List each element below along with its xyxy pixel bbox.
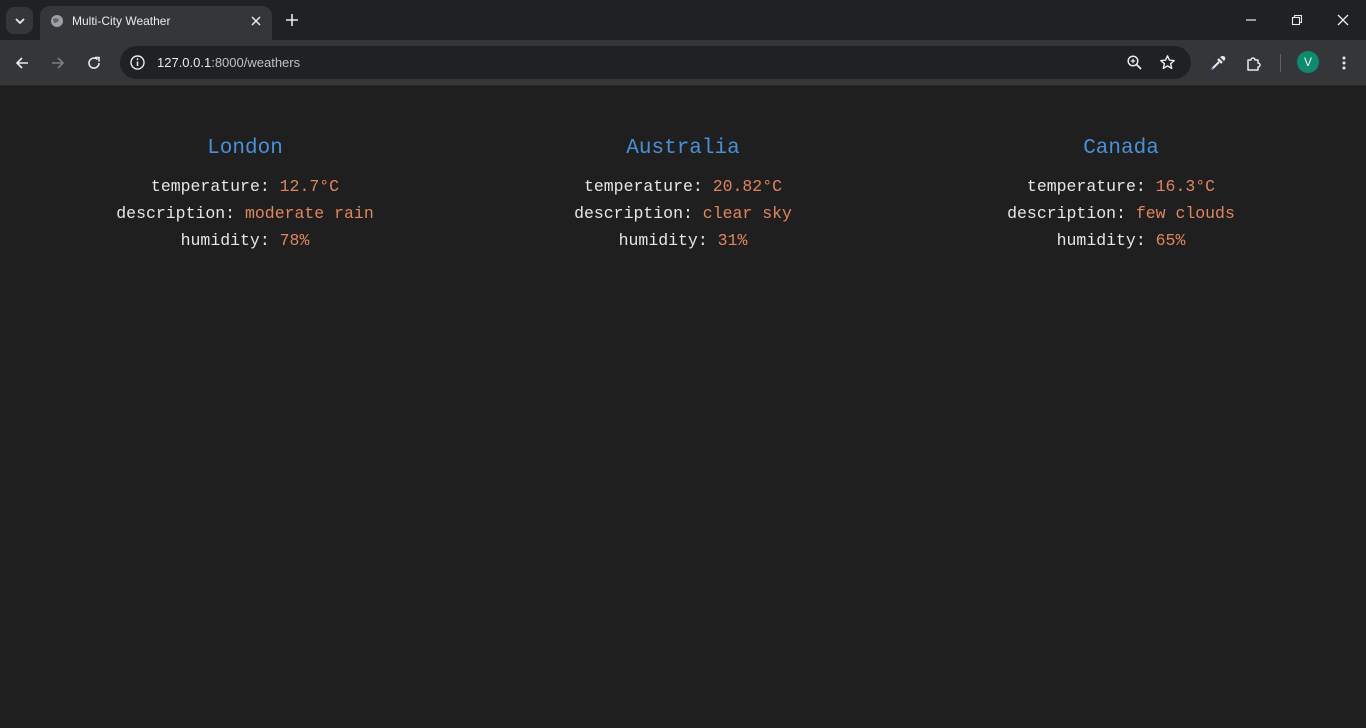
humidity-label: humidity: — [180, 231, 280, 250]
temperature-row: temperature: 16.3°C — [966, 173, 1276, 200]
site-info-icon[interactable] — [129, 54, 146, 71]
chevron-down-icon — [14, 17, 25, 24]
description-row: description: moderate rain — [90, 200, 400, 227]
temperature-value: 20.82°C — [712, 177, 783, 196]
minimize-icon — [1246, 19, 1256, 21]
temperature-row: temperature: 12.7°C — [90, 173, 400, 200]
description-label: description: — [574, 204, 703, 223]
humidity-row: humidity: 31% — [528, 227, 838, 254]
eyedropper-button[interactable] — [1207, 52, 1229, 74]
arrow-right-icon — [52, 57, 65, 69]
toolbar-divider — [1280, 54, 1281, 72]
more-vertical-icon — [1342, 56, 1346, 70]
description-value: moderate rain — [245, 204, 374, 223]
browser-toolbar: 127.0.0.1:8000/weathers V — [0, 40, 1366, 86]
back-button[interactable] — [11, 52, 33, 74]
humidity-label: humidity: — [1056, 231, 1156, 250]
extensions-button[interactable] — [1243, 52, 1265, 74]
puzzle-icon — [1247, 57, 1261, 71]
forward-button[interactable] — [47, 52, 69, 74]
temperature-value: 12.7°C — [279, 177, 340, 196]
zoom-icon[interactable] — [1126, 54, 1143, 71]
temperature-row: temperature: 20.82°C — [528, 173, 838, 200]
humidity-value: 65% — [1155, 231, 1186, 250]
restore-button[interactable] — [1274, 0, 1320, 40]
temperature-label: temperature: — [150, 177, 280, 196]
city-name: London — [207, 137, 283, 160]
humidity-row: humidity: 65% — [966, 227, 1276, 254]
globe-icon — [51, 15, 63, 27]
browser-menu-button[interactable] — [1333, 52, 1355, 74]
city-card-canada: Canada temperature: 16.3°C description: … — [966, 135, 1276, 254]
url-host: 127.0.0.1 — [157, 55, 212, 70]
active-tab[interactable]: Multi-City Weather — [40, 6, 272, 40]
temperature-value: 16.3°C — [1155, 177, 1216, 196]
restore-icon — [1291, 14, 1303, 26]
url-path: :8000/weathers — [211, 55, 301, 70]
temperature-label: temperature: — [583, 177, 713, 196]
url-text[interactable]: 127.0.0.1:8000/weathers — [157, 55, 300, 70]
humidity-label: humidity: — [618, 231, 718, 250]
reload-icon — [88, 56, 100, 69]
tab-search-button[interactable] — [6, 7, 33, 34]
bookmark-star-icon[interactable] — [1159, 54, 1176, 71]
reload-button[interactable] — [83, 52, 105, 74]
tab-strip: Multi-City Weather — [0, 0, 1366, 40]
city-name: Canada — [1083, 137, 1159, 160]
new-tab-icon[interactable] — [283, 11, 301, 29]
close-tab-icon[interactable] — [248, 13, 264, 29]
minimize-button[interactable] — [1228, 0, 1274, 40]
address-bar[interactable]: 127.0.0.1:8000/weathers — [120, 46, 1191, 79]
arrow-left-icon — [15, 57, 28, 69]
profile-avatar[interactable]: V — [1297, 51, 1319, 73]
description-value: clear sky — [702, 204, 792, 223]
description-label: description: — [1007, 204, 1136, 223]
temperature-label: temperature: — [1026, 177, 1156, 196]
description-row: description: few clouds — [966, 200, 1276, 227]
close-icon — [1337, 14, 1349, 26]
description-value: few clouds — [1135, 204, 1235, 223]
description-label: description: — [116, 204, 245, 223]
eyedropper-icon — [1210, 56, 1226, 71]
humidity-value: 31% — [717, 231, 748, 250]
page-content: London temperature: 12.7°C description: … — [0, 87, 1366, 728]
tab-title: Multi-City Weather — [72, 14, 171, 28]
humidity-value: 78% — [279, 231, 310, 250]
city-card-australia: Australia temperature: 20.82°C descripti… — [528, 135, 838, 254]
city-name: Australia — [626, 137, 740, 160]
close-window-button[interactable] — [1320, 0, 1366, 40]
city-card-london: London temperature: 12.7°C description: … — [90, 135, 400, 254]
description-row: description: clear sky — [528, 200, 838, 227]
humidity-row: humidity: 78% — [90, 227, 400, 254]
